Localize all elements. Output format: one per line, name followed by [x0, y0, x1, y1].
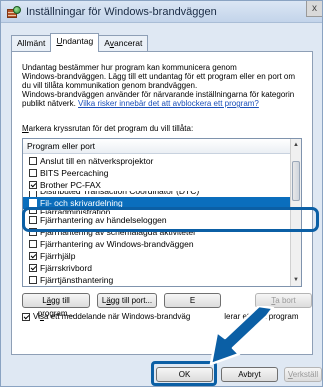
title-bar[interactable]: Inställningar för Windows-brandväggen: [1, 1, 322, 23]
window-title: Inställningar för Windows-brandväggen: [26, 5, 217, 18]
item-label: Distributed Transaction Coordinator (DTC…: [40, 191, 200, 196]
selection-highlight-ring: [22, 207, 319, 232]
tab-general[interactable]: Allmänt: [11, 35, 52, 51]
item-label: Fjärrhantering av Windows-brandväggen: [40, 239, 194, 249]
description-text: Undantag bestämmer hur program kan kommu…: [22, 63, 296, 108]
scroll-up-arrow-icon[interactable]: ▲: [291, 139, 301, 151]
item-checkbox[interactable]: [29, 169, 37, 177]
item-label: BITS Peercaching: [40, 168, 109, 178]
item-checkbox[interactable]: [29, 181, 37, 189]
list-item[interactable]: BITS Peercaching: [23, 167, 291, 179]
pointer-arrow-icon: [209, 306, 275, 366]
list-item[interactable]: Fjärrhjälp: [23, 250, 291, 262]
list-item[interactable]: Anslut till en nätverksprojektor: [23, 155, 291, 167]
item-checkbox[interactable]: [29, 264, 37, 272]
select-program-label: Markera kryssrutan för det program du vi…: [22, 124, 194, 133]
item-label: Fjärrtjänsthantering: [40, 275, 114, 285]
item-checkbox[interactable]: [29, 199, 37, 207]
add-port-button[interactable]: Lägg till port...: [97, 293, 157, 308]
risks-help-link[interactable]: Vilka risker innebär det att avblockera …: [78, 99, 259, 108]
list-item[interactable]: Fjärrskrivbord: [23, 262, 291, 274]
close-button[interactable]: x: [306, 1, 322, 17]
list-item[interactable]: Brother PC-FAX: [23, 179, 291, 191]
tab-advanced[interactable]: Avancerat: [98, 35, 149, 51]
tab-exceptions[interactable]: Undantag: [50, 33, 100, 52]
scroll-thumb[interactable]: [292, 161, 300, 201]
item-label: Anslut till en nätverksprojektor: [40, 156, 154, 166]
firewall-settings-window: Inställningar för Windows-brandväggen x …: [0, 0, 323, 387]
item-checkbox[interactable]: [29, 276, 37, 284]
tab-strip: Allmänt Undantag Avancerat: [11, 33, 149, 52]
cancel-button[interactable]: Avbryt: [221, 367, 278, 382]
item-checkbox[interactable]: [29, 252, 37, 260]
add-program-button[interactable]: Lägg till program...: [22, 293, 90, 318]
list-item[interactable]: Fjärrtjänsthantering: [23, 274, 291, 286]
item-label: Brother PC-FAX: [40, 180, 101, 190]
item-checkbox[interactable]: [29, 240, 37, 248]
item-label: Fjärrhjälp: [40, 251, 76, 261]
scroll-down-arrow-icon[interactable]: ▼: [291, 274, 301, 286]
column-header-program-or-port[interactable]: Program eller port: [23, 139, 291, 154]
item-checkbox[interactable]: [29, 157, 37, 165]
apply-button[interactable]: Verkställ: [284, 367, 322, 382]
notify-checkbox[interactable]: [22, 312, 30, 321]
list-item[interactable]: Fjärrhantering av Windows-brandväggen: [23, 238, 291, 250]
firewall-icon: [7, 5, 21, 18]
item-label: Fjärrskrivbord: [40, 263, 92, 273]
